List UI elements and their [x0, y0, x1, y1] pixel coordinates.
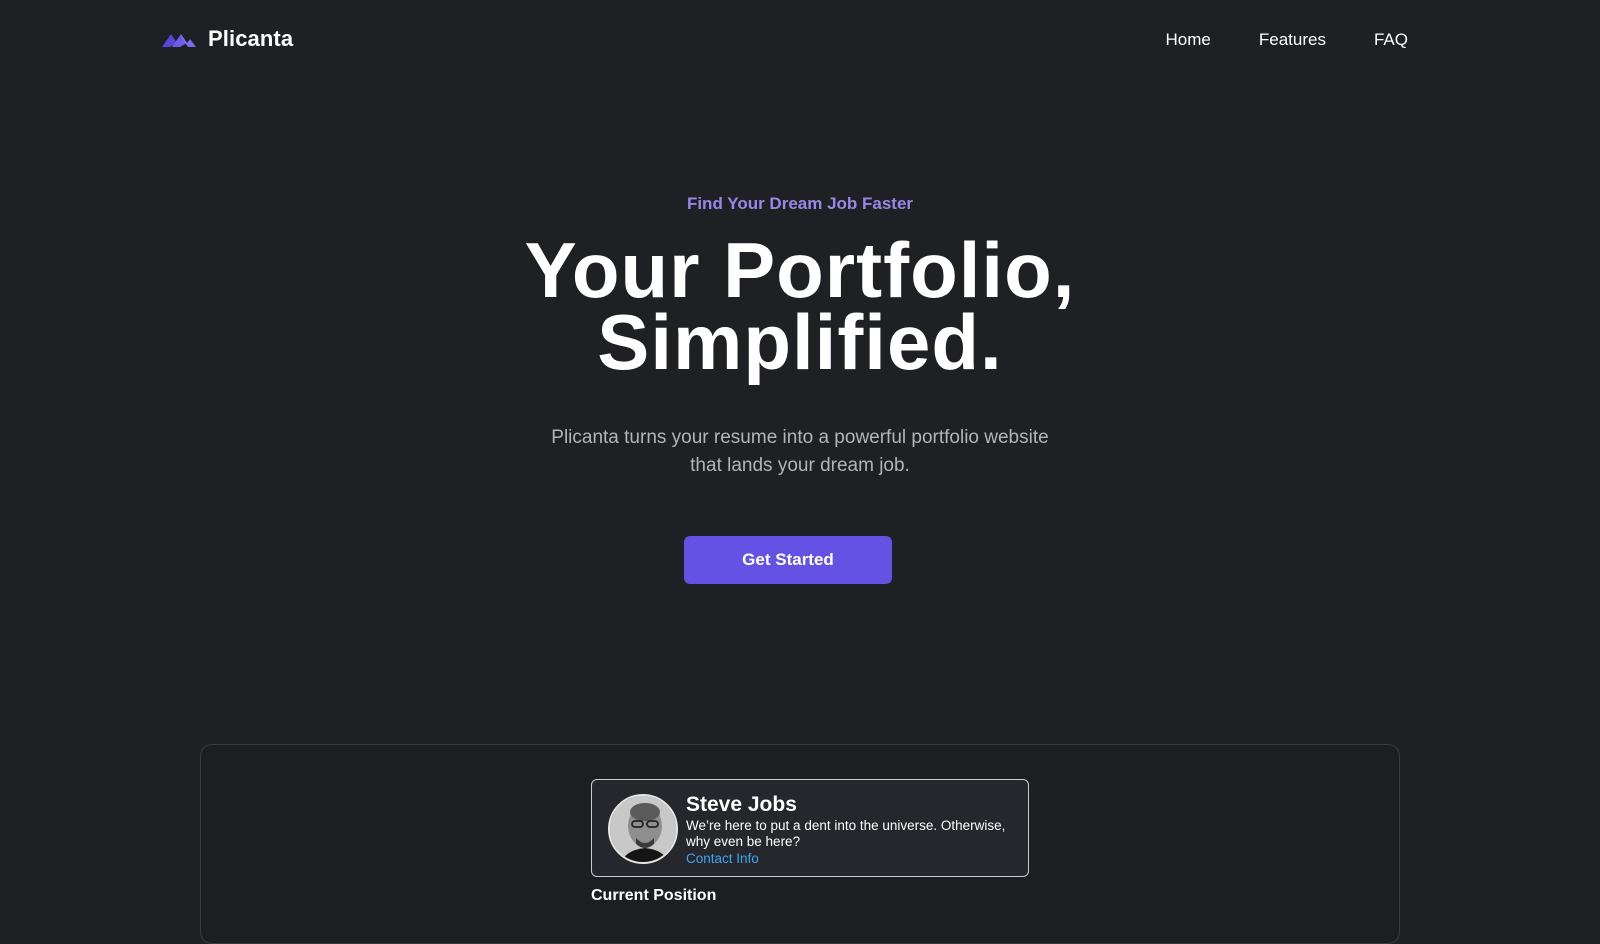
hero-headline-line2: Simplified. [597, 298, 1003, 386]
profile-avatar [608, 794, 678, 864]
nav-link-features[interactable]: Features [1259, 30, 1326, 50]
profile-name: Steve Jobs [686, 793, 797, 816]
hero-eyebrow: Find Your Dream Job Faster [686, 194, 914, 213]
current-position-heading: Current Position [591, 887, 717, 904]
profile-card: Steve Jobs We’re here to put a dent into… [591, 779, 1029, 877]
brand-link[interactable]: Plicanta [160, 26, 293, 52]
get-started-button[interactable]: Get Started [684, 536, 892, 584]
top-navbar: Plicanta Home Features FAQ [0, 0, 1600, 80]
profile-quote: We’re here to put a dent into the univer… [686, 818, 1006, 849]
hero-headline: Your Portfolio, Simplified. [0, 231, 1600, 381]
brand-name: Plicanta [208, 26, 294, 51]
portfolio-preview-panel: Steve Jobs We’re here to put a dent into… [200, 744, 1400, 944]
nav-links: Home Features FAQ [1166, 30, 1408, 50]
contact-info-link[interactable]: Contact Info [686, 851, 759, 866]
plicanta-logo-icon [162, 34, 196, 47]
nav-link-faq[interactable]: FAQ [1374, 30, 1408, 50]
nav-link-home[interactable]: Home [1166, 30, 1211, 50]
hero-subtext: Plicanta turns your resume into a powerf… [551, 427, 1049, 476]
portrait-image [610, 796, 676, 862]
